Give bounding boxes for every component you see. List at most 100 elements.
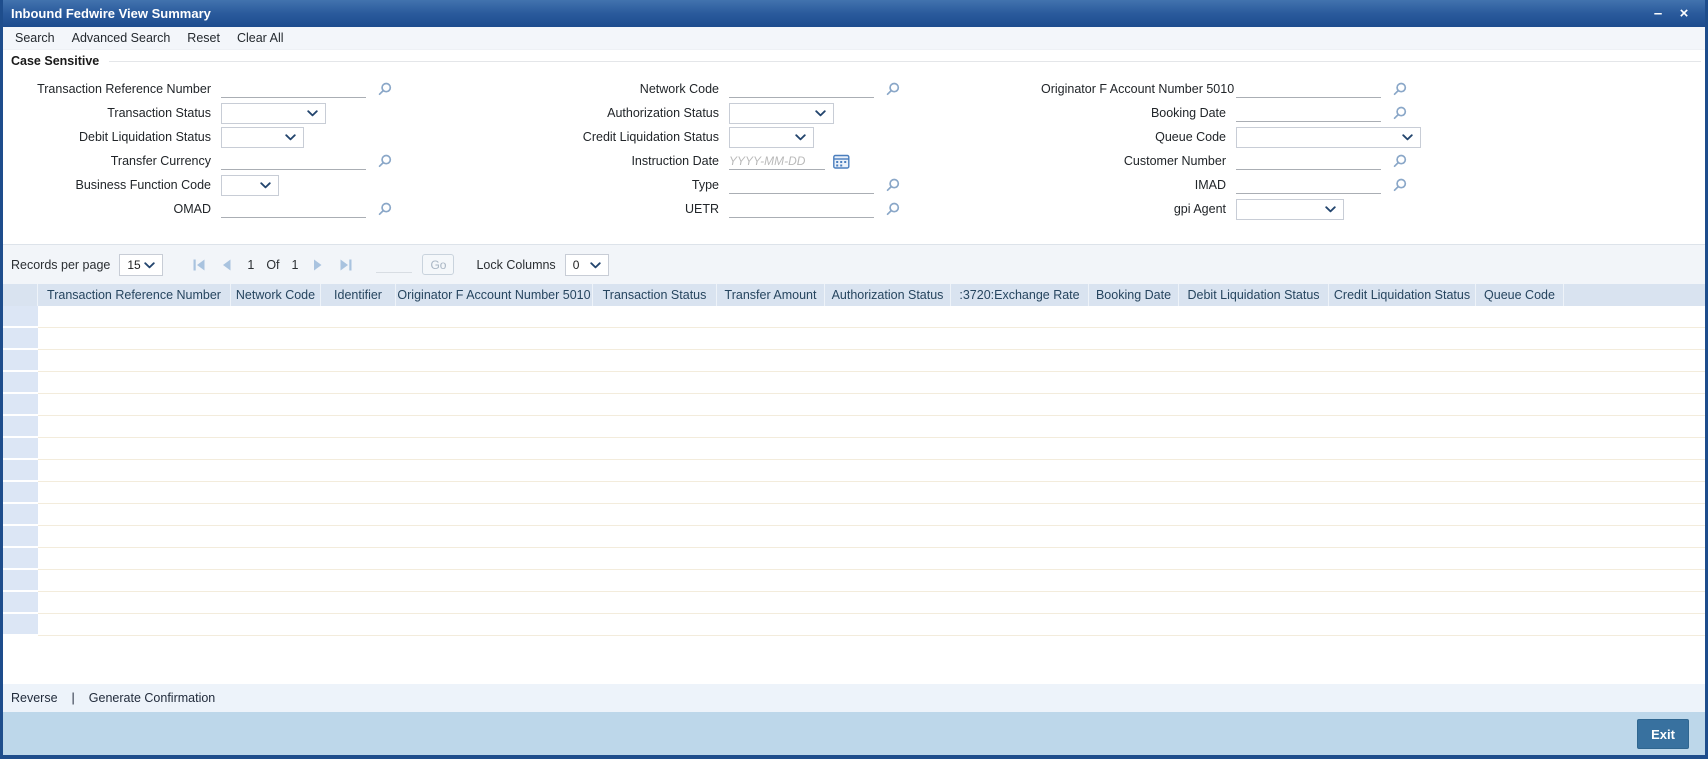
- clear-all-button[interactable]: Clear All: [237, 31, 284, 45]
- transfer-currency-input[interactable]: [221, 152, 366, 170]
- row-selector-cell[interactable]: [3, 592, 38, 614]
- last-page-icon[interactable]: [340, 259, 352, 271]
- omad-input[interactable]: [221, 200, 366, 218]
- lock-columns-select[interactable]: 0: [564, 253, 609, 276]
- uetr-label: UETR: [684, 202, 719, 216]
- exit-button[interactable]: Exit: [1637, 719, 1689, 749]
- magnifier-icon[interactable]: [378, 154, 392, 168]
- row-selector-cell[interactable]: [3, 570, 38, 592]
- chevron-down-icon: [1325, 200, 1336, 218]
- table-row[interactable]: [3, 526, 1705, 548]
- column-header-identifier[interactable]: Identifier: [321, 284, 396, 306]
- table-row[interactable]: [3, 394, 1705, 416]
- table-row[interactable]: [3, 328, 1705, 350]
- gpi-agent-select[interactable]: [1236, 198, 1344, 220]
- search-button[interactable]: Search: [15, 31, 55, 45]
- chevron-down-icon: [285, 128, 296, 146]
- advanced-search-button[interactable]: Advanced Search: [72, 31, 171, 45]
- table-row-body: [38, 328, 1705, 350]
- magnifier-icon[interactable]: [886, 202, 900, 216]
- row-selector-cell[interactable]: [3, 548, 38, 570]
- table-row-body: [38, 306, 1705, 328]
- debit-liquidation-status-select[interactable]: [221, 126, 304, 148]
- close-icon[interactable]: ×: [1671, 0, 1697, 27]
- table-row[interactable]: [3, 570, 1705, 592]
- table-row[interactable]: [3, 592, 1705, 614]
- row-selector-cell[interactable]: [3, 438, 38, 460]
- row-selector-cell[interactable]: [3, 482, 38, 504]
- row-selector-cell[interactable]: [3, 614, 38, 636]
- magnifier-icon[interactable]: [886, 178, 900, 192]
- goto-page-input[interactable]: [376, 256, 413, 273]
- row-selector-cell[interactable]: [3, 416, 38, 438]
- magnifier-icon[interactable]: [1393, 82, 1407, 96]
- booking-date-input[interactable]: [1236, 104, 1381, 122]
- column-header-debit-liquidation-status[interactable]: Debit Liquidation Status: [1179, 284, 1329, 306]
- column-header-originator-f-account-number-5010[interactable]: Originator F Account Number 5010: [396, 284, 593, 306]
- row-selector-cell[interactable]: [3, 372, 38, 394]
- uetr-input[interactable]: [729, 200, 874, 218]
- row-selector-cell[interactable]: [3, 306, 38, 328]
- column-header-queue-code[interactable]: Queue Code: [1476, 284, 1564, 306]
- credit-liquidation-status-select[interactable]: [729, 126, 814, 148]
- column-header-network-code[interactable]: Network Code: [231, 284, 321, 306]
- minimize-icon[interactable]: –: [1645, 0, 1671, 27]
- column-header-transfer-amount[interactable]: Transfer Amount: [717, 284, 825, 306]
- table-row[interactable]: [3, 416, 1705, 438]
- magnifier-icon[interactable]: [886, 82, 900, 96]
- row-selector-cell[interactable]: [3, 526, 38, 548]
- row-selector-cell[interactable]: [3, 328, 38, 350]
- column-header-credit-liquidation-status[interactable]: Credit Liquidation Status: [1329, 284, 1476, 306]
- row-selector-cell[interactable]: [3, 350, 38, 372]
- instruction-date-input[interactable]: [729, 152, 825, 170]
- table-row[interactable]: [3, 306, 1705, 328]
- records-per-page-select[interactable]: 15: [119, 253, 164, 276]
- imad-input[interactable]: [1236, 176, 1381, 194]
- magnifier-icon[interactable]: [378, 202, 392, 216]
- calendar-icon[interactable]: [833, 154, 850, 169]
- previous-page-icon[interactable]: [221, 259, 233, 271]
- magnifier-icon[interactable]: [1393, 106, 1407, 120]
- column-header-booking-date[interactable]: Booking Date: [1089, 284, 1179, 306]
- column-header-transaction-status[interactable]: Transaction Status: [593, 284, 717, 306]
- transaction-reference-number-input[interactable]: [221, 80, 366, 98]
- reverse-action[interactable]: Reverse: [11, 691, 58, 705]
- column-header-transaction-reference-number[interactable]: Transaction Reference Number: [38, 284, 231, 306]
- originator-f-account-number-5010-input[interactable]: [1236, 80, 1381, 98]
- magnifier-icon[interactable]: [1393, 178, 1407, 192]
- booking-date-label: Booking Date: [1150, 106, 1226, 120]
- row-selector-cell[interactable]: [3, 504, 38, 526]
- type-input[interactable]: [729, 176, 874, 194]
- reset-button[interactable]: Reset: [187, 31, 220, 45]
- row-selector-cell[interactable]: [3, 394, 38, 416]
- business-function-code-select[interactable]: [221, 174, 279, 196]
- magnifier-icon[interactable]: [378, 82, 392, 96]
- customer-number-input[interactable]: [1236, 152, 1381, 170]
- row-selector-cell[interactable]: [3, 460, 38, 482]
- next-page-icon[interactable]: [312, 259, 324, 271]
- queue-code-select[interactable]: [1236, 126, 1421, 148]
- authorization-status-select[interactable]: [729, 102, 834, 124]
- table-row[interactable]: [3, 350, 1705, 372]
- go-button[interactable]: Go: [422, 254, 455, 275]
- table-header-row: Transaction Reference Number Network Cod…: [3, 284, 1705, 306]
- magnifier-icon[interactable]: [1393, 154, 1407, 168]
- table-row[interactable]: [3, 504, 1705, 526]
- table-row[interactable]: [3, 460, 1705, 482]
- table-row[interactable]: [3, 548, 1705, 570]
- business-function-code-label: Business Function Code: [75, 178, 212, 192]
- table-row[interactable]: [3, 438, 1705, 460]
- search-filter-form: Transaction Reference Number Transaction…: [3, 72, 1705, 244]
- table-row[interactable]: [3, 482, 1705, 504]
- column-header-authorization-status[interactable]: Authorization Status: [825, 284, 951, 306]
- table-row[interactable]: [3, 372, 1705, 394]
- network-code-input[interactable]: [729, 80, 874, 98]
- column-header-exchange-rate[interactable]: :3720:Exchange Rate: [951, 284, 1089, 306]
- generate-confirmation-action[interactable]: Generate Confirmation: [89, 691, 215, 705]
- toolbar: Search Advanced Search Reset Clear All: [3, 27, 1705, 50]
- table-row[interactable]: [3, 614, 1705, 636]
- of-label: Of: [266, 257, 280, 272]
- transaction-status-select[interactable]: [221, 102, 326, 124]
- first-page-icon[interactable]: [193, 259, 205, 271]
- records-per-page-value: 15: [127, 257, 141, 272]
